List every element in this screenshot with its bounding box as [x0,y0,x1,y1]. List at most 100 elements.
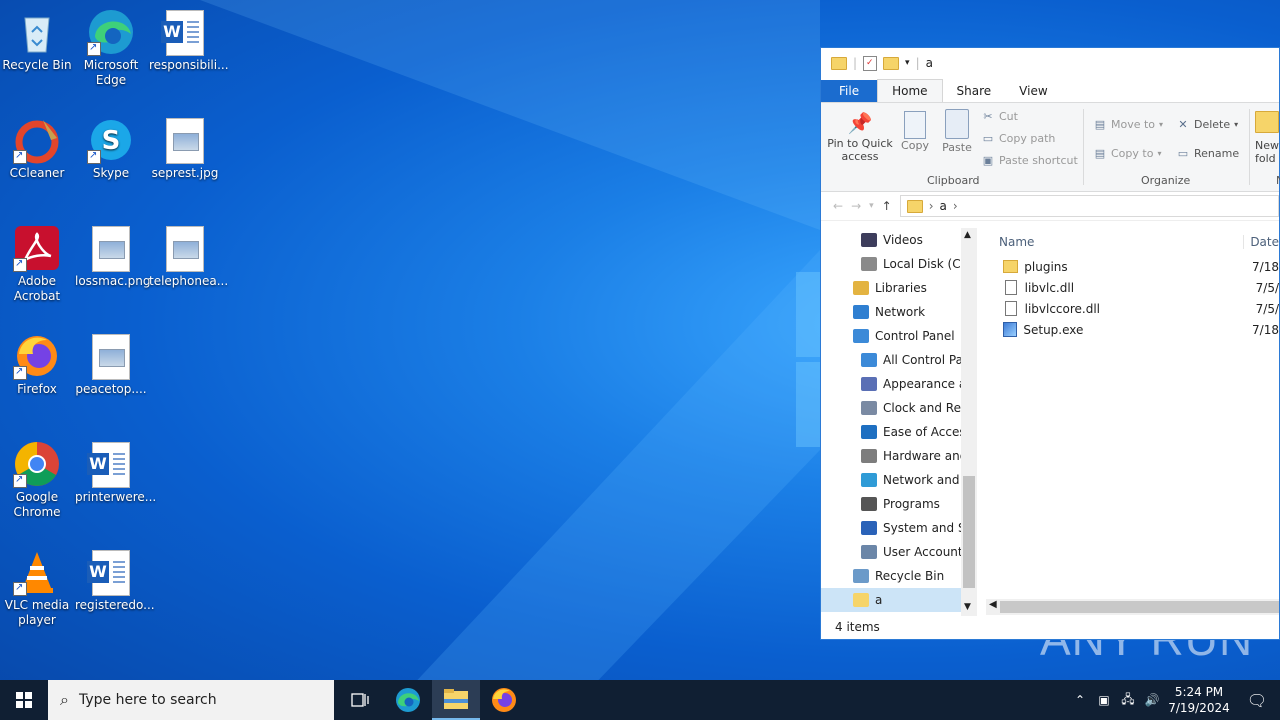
nav-item[interactable]: System and Sec [821,516,977,540]
nav-item[interactable]: Programs [821,492,977,516]
clock-date: 7/19/2024 [1168,701,1230,715]
task-view-button[interactable] [336,680,384,720]
show-hidden-icons-chevron[interactable]: ⌃ [1068,693,1092,707]
desktop-icon-label: VLC media player [4,598,70,627]
nav-item[interactable]: a [821,588,977,612]
nav-item[interactable]: Videos [821,228,977,252]
column-date[interactable]: Date [1243,235,1279,249]
nav-item-icon [861,401,877,415]
desktop-icon-firefox[interactable]: Firefox [1,332,73,397]
taskbar-search-box[interactable]: ⌕ Type here to search [48,680,334,720]
recent-chevron-icon[interactable]: ▾ [869,201,874,211]
nav-scroll-thumb[interactable] [963,476,975,588]
title-bar[interactable]: | ✓ ▾ | a [821,48,1279,78]
volume-icon[interactable]: 🔊 [1140,693,1164,707]
chevron-down-icon: ▾ [1234,120,1239,129]
paste-button[interactable]: Paste [939,109,975,154]
copy-button[interactable]: Copy [899,111,931,152]
cut-button[interactable]: ✂ Cut [981,110,1018,123]
nav-item[interactable]: Hardware and [821,444,977,468]
nav-scrollbar[interactable]: ▲ ▼ [961,228,977,616]
desktop-icon-seprest[interactable]: seprest.jpg [149,116,221,181]
edge-icon [87,8,135,56]
file-row[interactable]: plugins 7/18 [997,256,1279,277]
desktop-icon-skype[interactable]: S Skype [75,116,147,181]
up-arrow-icon[interactable]: ↑ [882,199,892,213]
nav-item[interactable]: Local Disk (C:) [821,252,977,276]
nav-item[interactable]: Libraries [821,276,977,300]
properties-icon[interactable]: ✓ [863,55,878,71]
file-row[interactable]: Setup.exe 7/18 [997,319,1279,340]
taskbar-file-explorer-button[interactable] [432,680,480,720]
nav-item-icon [861,257,877,271]
copy-to-button[interactable]: ▤ Copy to ▾ [1093,147,1162,160]
desktop-icon-label: responsibili... [149,58,229,72]
file-explorer-window[interactable]: | ✓ ▾ | a File Home Share View 📌 Pin to … [820,47,1280,640]
desktop-icon-printerwere[interactable]: W printerwere... [75,440,156,505]
taskbar-edge-button[interactable] [384,680,432,720]
tab-view[interactable]: View [1005,80,1061,102]
desktop-icon-responsibili[interactable]: W responsibili... [149,8,229,73]
nav-item[interactable]: Ease of Access [821,420,977,444]
file-row[interactable]: libvlccore.dll 7/5/ [997,298,1279,319]
nav-item[interactable]: Recycle Bin [821,564,977,588]
chevron-down-icon: ▾ [1157,149,1162,158]
breadcrumb-item[interactable]: a [940,199,947,213]
folder-icon [831,56,847,70]
desktop-icon-recycle-bin[interactable]: Recycle Bin [1,8,73,73]
desktop-icon-peacetop[interactable]: peacetop.... [75,332,147,397]
new-folder-button[interactable]: New fold [1255,111,1280,165]
rename-button[interactable]: ▭ Rename [1176,147,1239,160]
network-icon[interactable]: 🖧 [1116,690,1140,711]
nav-item[interactable]: Clock and Regi [821,396,977,420]
dll-file-icon [1005,280,1017,295]
start-button[interactable] [0,680,48,720]
desktop-icon-registeredo[interactable]: W registeredo... [75,548,155,613]
scroll-down-icon[interactable]: ▼ [964,602,971,612]
nav-item[interactable]: Appearance an [821,372,977,396]
new-folder-label: New fold [1255,139,1279,165]
desktop-icon-telephonea[interactable]: telephonea... [149,224,228,289]
new-folder-qa-icon[interactable] [883,56,900,70]
nav-item-label: Programs [883,497,940,511]
nav-item[interactable]: Control Panel [821,324,977,348]
paste-shortcut-button[interactable]: ▣ Paste shortcut [981,154,1078,167]
pin-quick-access-button[interactable]: 📌 Pin to Quick access [827,111,893,163]
forward-arrow-icon[interactable]: → [851,199,861,213]
desktop-icon-ccleaner[interactable]: CCleaner [1,116,73,181]
file-list-hscrollbar[interactable]: ◀ [986,599,1279,615]
taskbar-firefox-button[interactable] [480,680,528,720]
nav-item[interactable]: Network [821,300,977,324]
breadcrumb-chevron-icon: › [952,199,958,213]
scroll-left-icon[interactable]: ◀ [989,599,997,610]
chevron-down-icon[interactable]: ▾ [905,58,910,68]
column-name[interactable]: Name [999,235,1243,249]
search-icon: ⌕ [60,690,69,709]
desktop-icon-edge[interactable]: Microsoft Edge [75,8,147,88]
desktop-icon-lossmac[interactable]: lossmac.png [75,224,150,289]
file-row[interactable]: libvlc.dll 7/5/ [997,277,1279,298]
copy-path-button[interactable]: ▭ Copy path [981,132,1056,145]
word-document-icon: W [87,442,130,488]
ribbon-separator [1083,109,1084,185]
desktop-icon-adobe-acrobat[interactable]: Adobe Acrobat [1,224,73,304]
back-arrow-icon[interactable]: ← [833,199,843,213]
address-bar[interactable]: › a › [899,195,1279,217]
device-icon[interactable]: ▣ [1092,693,1116,707]
nav-item[interactable]: User Accounts [821,540,977,564]
clock[interactable]: 5:24 PM 7/19/2024 [1164,684,1234,716]
chrome-icon [13,440,61,488]
tab-home[interactable]: Home [877,79,943,102]
scroll-up-icon[interactable]: ▲ [964,230,971,240]
desktop-icon-vlc[interactable]: VLC media player [1,548,73,628]
delete-button[interactable]: ✕ Delete ▾ [1176,118,1238,131]
nav-item[interactable]: Network and Ir [821,468,977,492]
move-to-button[interactable]: ▤ Move to ▾ [1093,118,1163,131]
hscroll-thumb[interactable] [1000,601,1279,613]
notifications-icon[interactable]: 🗨 [1234,691,1280,710]
tab-share[interactable]: Share [943,80,1006,102]
nav-item-icon [861,521,877,535]
nav-item[interactable]: All Control Par [821,348,977,372]
tab-file[interactable]: File [821,80,878,102]
desktop-icon-google-chrome[interactable]: Google Chrome [1,440,73,520]
